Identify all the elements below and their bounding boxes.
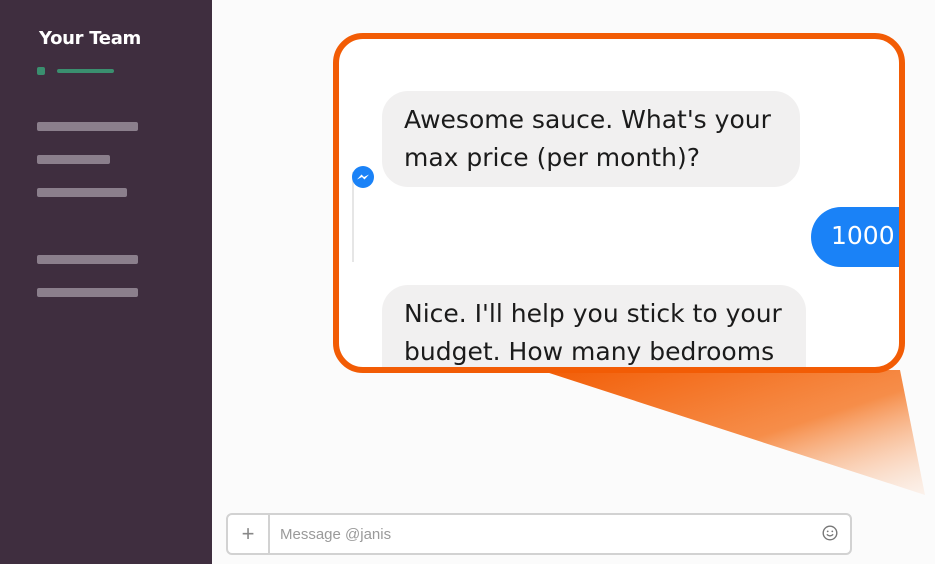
messenger-zoom-callout: Awesome sauce. What's your max price (pe… (333, 33, 905, 373)
chat-message-incoming: Awesome sauce. What's your max price (pe… (382, 91, 800, 187)
chat-message-outgoing: 1000 (811, 207, 899, 267)
messenger-icon (352, 166, 374, 188)
chat-message-incoming: Nice. I'll help you stick to your budget… (382, 285, 806, 367)
emoji-icon[interactable] (822, 525, 838, 541)
message-input[interactable] (280, 515, 810, 553)
message-composer: + (226, 513, 852, 555)
plus-icon[interactable]: + (228, 515, 270, 553)
